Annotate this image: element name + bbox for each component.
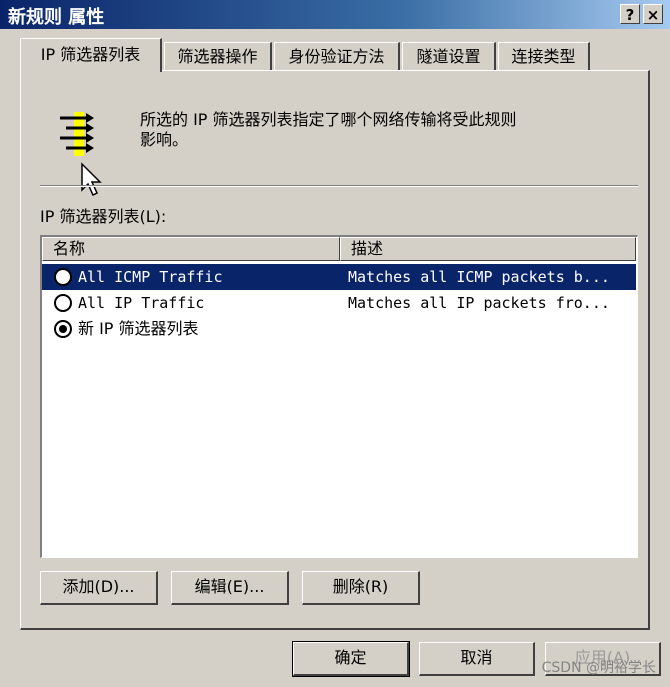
column-header-description[interactable]: 描述 [340, 237, 636, 261]
cancel-button[interactable]: 取消 [419, 642, 535, 676]
window-title: 新规则 属性 [8, 7, 105, 28]
ok-button[interactable]: 确定 [292, 641, 410, 677]
title-bar: 新规则 属性 ? × [0, 0, 670, 29]
filter-name: 新 IP 筛选器列表 [78, 319, 199, 338]
tab-filter-action[interactable]: 筛选器操作 [164, 42, 272, 70]
filter-list[interactable]: 名称 描述 All ICMP Traffic Matches all ICMP … [40, 235, 638, 558]
list-item[interactable]: 新 IP 筛选器列表 [42, 316, 636, 342]
filter-name: All ICMP Traffic [78, 268, 223, 286]
radio-button[interactable] [54, 294, 72, 312]
edit-button[interactable]: 编辑(E)... [171, 571, 289, 605]
tab-tunnel-settings[interactable]: 隧道设置 [402, 42, 496, 70]
watermark: CSDN @明裕学长 [541, 660, 656, 676]
tab-connection-type[interactable]: 连接类型 [498, 42, 590, 70]
filter-description: Matches all ICMP packets b... [348, 268, 610, 286]
filter-description: Matches all IP packets fro... [348, 294, 610, 312]
filter-name: All IP Traffic [78, 294, 205, 312]
description-line-2: 影响。 [140, 130, 189, 149]
radio-button[interactable] [54, 268, 72, 286]
list-item[interactable]: All IP Traffic Matches all IP packets fr… [42, 290, 636, 316]
radio-button-checked[interactable] [54, 320, 72, 338]
separator [40, 185, 638, 187]
filter-list-icon [60, 112, 94, 156]
tab-auth-method[interactable]: 身份验证方法 [274, 42, 400, 70]
filter-list-label: IP 筛选器列表(L): [40, 207, 167, 226]
remove-button[interactable]: 删除(R) [302, 571, 420, 605]
add-button[interactable]: 添加(D)... [40, 571, 158, 605]
help-button[interactable]: ? [620, 4, 640, 24]
tab-ip-filter-list[interactable]: IP 筛选器列表 [20, 38, 162, 72]
column-header-name[interactable]: 名称 [42, 237, 340, 261]
description-line-1: 所选的 IP 筛选器列表指定了哪个网络传输将受此规则 [140, 110, 517, 129]
close-button[interactable]: × [643, 4, 663, 24]
description: 所选的 IP 筛选器列表指定了哪个网络传输将受此规则 影响。 [140, 110, 610, 150]
mouse-cursor-icon [81, 162, 102, 197]
list-item[interactable]: All ICMP Traffic Matches all ICMP packet… [42, 264, 636, 290]
